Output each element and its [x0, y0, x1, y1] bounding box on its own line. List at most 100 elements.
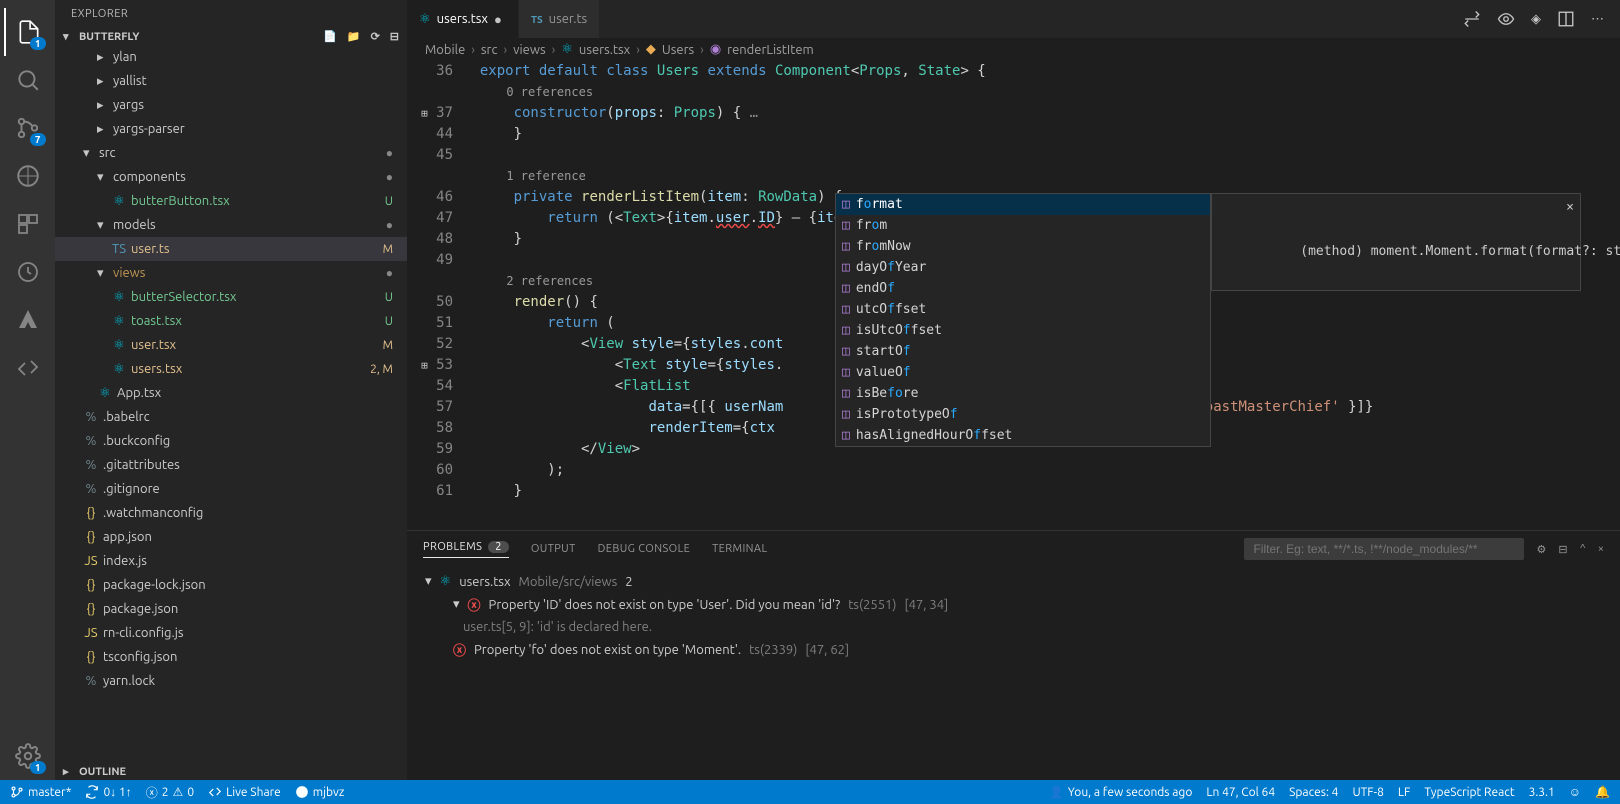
status-eol[interactable]: LF: [1398, 786, 1410, 799]
tab-output[interactable]: OUTPUT: [531, 543, 576, 555]
activity-debug[interactable]: [4, 152, 52, 200]
tree-folder[interactable]: ▸yargs-parser: [55, 117, 407, 141]
tree-file[interactable]: TSuser.tsM: [55, 237, 407, 261]
tree-folder[interactable]: ▸yallist: [55, 69, 407, 93]
tree-file[interactable]: ⚛App.tsx: [55, 381, 407, 405]
suggest-item[interactable]: ◫from: [836, 215, 1210, 236]
tree-file[interactable]: %.gitignore: [55, 477, 407, 501]
problem-item[interactable]: ▾ ⓧ Property 'ID' does not exist on type…: [407, 592, 1620, 617]
activity-extensions[interactable]: [4, 200, 52, 248]
tree-folder[interactable]: ▾src●: [55, 141, 407, 165]
tree-folder[interactable]: ▾models●: [55, 213, 407, 237]
activity-explorer[interactable]: 1: [4, 8, 52, 56]
filter-gear-icon[interactable]: ⚙: [1536, 543, 1546, 556]
more-icon[interactable]: ⋯: [1591, 12, 1604, 27]
tree-file[interactable]: {}tsconfig.json: [55, 645, 407, 669]
status-feedback[interactable]: ☺: [1569, 785, 1581, 799]
tree-folder[interactable]: ▸ylan: [55, 45, 407, 69]
preview-icon[interactable]: [1497, 10, 1515, 28]
status-notifications[interactable]: 🔔: [1595, 785, 1610, 799]
status-sync[interactable]: 0↓ 1↑: [85, 785, 131, 799]
suggest-item[interactable]: ◫fromNow: [836, 236, 1210, 257]
tree-file[interactable]: ⚛users.tsx2, M: [55, 357, 407, 381]
status-encoding[interactable]: UTF-8: [1352, 786, 1383, 799]
status-lang[interactable]: TypeScript React: [1424, 786, 1514, 799]
tree-file[interactable]: ⚛butterButton.tsxU: [55, 189, 407, 213]
tree-file[interactable]: JSindex.js: [55, 549, 407, 573]
activity-search[interactable]: [4, 56, 52, 104]
tree-file[interactable]: ⚛user.tsxM: [55, 333, 407, 357]
status-errors[interactable]: ⓧ2 ⚠0: [146, 784, 194, 801]
problem-item[interactable]: ⓧ Property 'fo' does not exist on type '…: [407, 637, 1620, 662]
suggest-item[interactable]: ◫endOf: [836, 278, 1210, 299]
activity-settings[interactable]: 1: [4, 732, 52, 780]
close-panel-icon[interactable]: ×: [1598, 543, 1604, 555]
tab-terminal[interactable]: TERMINAL: [712, 543, 767, 555]
tree-file[interactable]: %.buckconfig: [55, 429, 407, 453]
activity-remote[interactable]: [4, 248, 52, 296]
status-branch[interactable]: master*: [10, 785, 71, 799]
section-header[interactable]: ▾ BUTTERFLY 📄 📁 ⟳ ⊟: [55, 28, 407, 45]
problem-related[interactable]: user.ts[5, 9]: 'id' is declared here.: [407, 617, 1620, 637]
tree-file[interactable]: ⚛butterSelector.tsxU: [55, 285, 407, 309]
tree-file[interactable]: %.gitattributes: [55, 453, 407, 477]
activity-liveshare[interactable]: [4, 344, 52, 392]
suggest-item[interactable]: ◫startOf: [836, 341, 1210, 362]
dirty-indicator[interactable]: ●: [494, 12, 506, 27]
suggest-item[interactable]: ◫isUtcOffset: [836, 320, 1210, 341]
tree-file[interactable]: JSrn-cli.config.js: [55, 621, 407, 645]
code-editor[interactable]: 36 ⊞ 374445 46474849 505152⊞ 53545758596…: [407, 61, 1620, 530]
status-user[interactable]: mjbvz: [295, 785, 345, 799]
tree-file[interactable]: {}package-lock.json: [55, 573, 407, 597]
suggest-item[interactable]: ◫format: [836, 194, 1210, 215]
maximize-icon[interactable]: ^: [1580, 543, 1586, 555]
tab-problems[interactable]: PROBLEMS 2: [423, 541, 509, 558]
crumb[interactable]: users.tsx: [579, 43, 630, 57]
chevron-down-icon: ▾: [453, 597, 460, 612]
status-blame[interactable]: 👤You, a few seconds ago: [1049, 785, 1192, 799]
activity-scm[interactable]: 7: [4, 104, 52, 152]
suggest-widget[interactable]: ◫format◫from◫fromNow◫dayOfYear◫endOf◫utc…: [835, 193, 1211, 447]
new-folder-icon[interactable]: 📁: [347, 30, 361, 43]
collapse-icon[interactable]: ⊟: [390, 30, 399, 43]
breadcrumbs[interactable]: Mobile› src› views› ⚛ users.tsx› ◆ Users…: [407, 38, 1620, 61]
suggest-item[interactable]: ◫isPrototypeOf: [836, 404, 1210, 425]
suggest-item[interactable]: ◫hasAlignedHourOffset: [836, 425, 1210, 446]
compare-icon[interactable]: [1463, 10, 1481, 28]
tree-folder[interactable]: ▾components●: [55, 165, 407, 189]
crumb[interactable]: src: [481, 43, 498, 57]
tab-users[interactable]: ⚛ users.tsx ●: [407, 0, 519, 38]
tree-file[interactable]: %yarn.lock: [55, 669, 407, 693]
crumb[interactable]: renderListItem: [727, 43, 814, 57]
tree-folder[interactable]: ▾views●: [55, 261, 407, 285]
split-editor-icon[interactable]: [1557, 10, 1575, 28]
suggest-item[interactable]: ◫isBefore: [836, 383, 1210, 404]
collapse-all-icon[interactable]: ⊟: [1558, 543, 1567, 556]
crumb[interactable]: views: [513, 43, 545, 57]
split-diff-icon[interactable]: ◈: [1531, 12, 1541, 27]
activity-azure[interactable]: [4, 296, 52, 344]
status-cursor[interactable]: Ln 47, Col 64: [1206, 786, 1275, 799]
tree-folder[interactable]: ▸yargs: [55, 93, 407, 117]
tree-file[interactable]: {}.watchmanconfig: [55, 501, 407, 525]
tree-file[interactable]: %.babelrc: [55, 405, 407, 429]
crumb[interactable]: Users: [662, 43, 694, 57]
tab-debug-console[interactable]: DEBUG CONSOLE: [598, 543, 691, 555]
problem-file[interactable]: ▾ ⚛ users.tsx Mobile/src/views 2: [407, 571, 1620, 592]
tree-file[interactable]: ⚛toast.tsxU: [55, 309, 407, 333]
tree-file[interactable]: {}package.json: [55, 597, 407, 621]
status-spaces[interactable]: Spaces: 4: [1289, 786, 1338, 799]
suggest-item[interactable]: ◫dayOfYear: [836, 257, 1210, 278]
status-version[interactable]: 3.3.1: [1529, 786, 1555, 799]
suggest-item[interactable]: ◫utcOffset: [836, 299, 1210, 320]
refresh-icon[interactable]: ⟳: [371, 30, 380, 43]
new-file-icon[interactable]: 📄: [323, 30, 337, 43]
suggest-item[interactable]: ◫valueOf: [836, 362, 1210, 383]
filter-input[interactable]: [1244, 538, 1524, 560]
tab-user[interactable]: TS user.ts: [519, 0, 600, 38]
outline-header[interactable]: ▸ OUTLINE: [55, 763, 407, 780]
status-liveshare[interactable]: Live Share: [208, 785, 281, 799]
close-icon[interactable]: ×: [1566, 198, 1574, 218]
tree-file[interactable]: {}app.json: [55, 525, 407, 549]
crumb[interactable]: Mobile: [425, 43, 465, 57]
